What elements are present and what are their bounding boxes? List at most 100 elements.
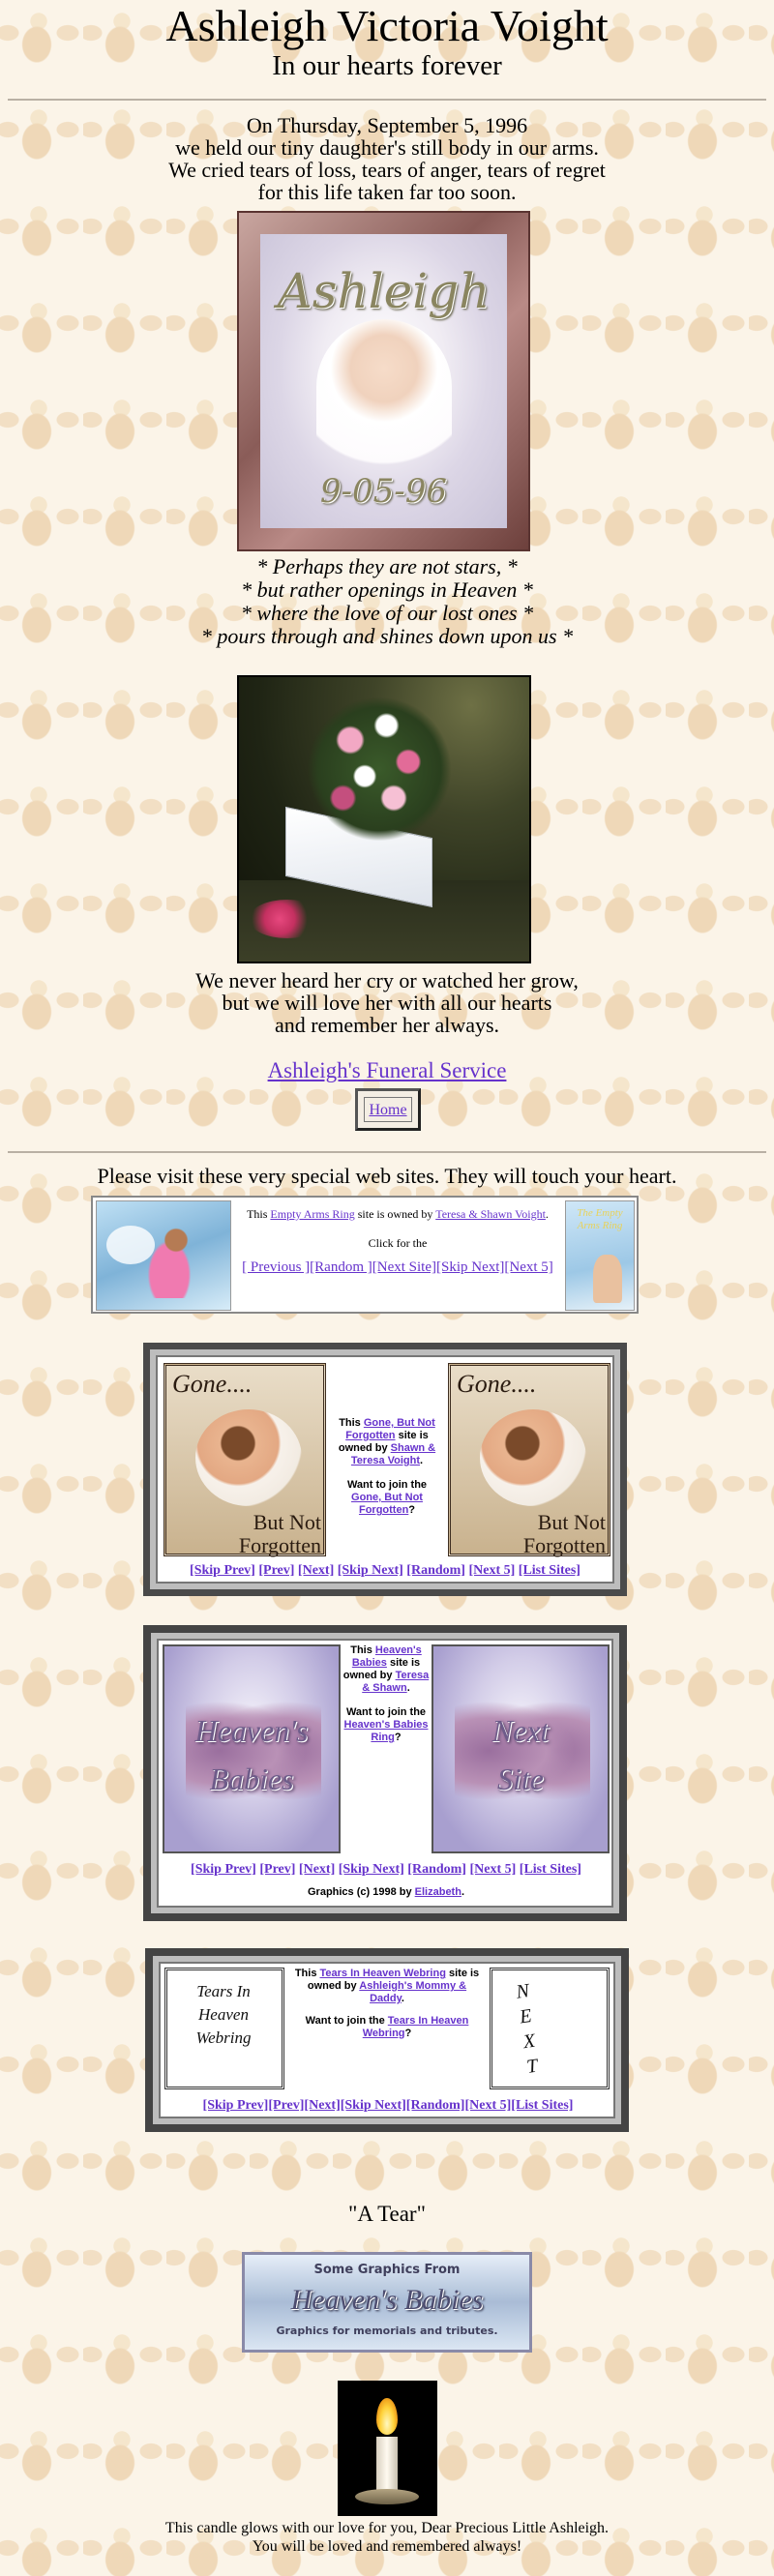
- nav-skip-next[interactable]: [Skip Next]: [341, 2098, 406, 2113]
- nav-skip-next[interactable]: [Skip Next]: [338, 1563, 403, 1578]
- nav-next[interactable]: [Next]: [299, 1862, 335, 1877]
- elizabeth-link[interactable]: Elizabeth: [415, 1886, 461, 1898]
- nav-list-sites[interactable]: [List Sites]: [511, 2098, 573, 2113]
- credit-text: Graphics (c) 1998 by: [307, 1886, 415, 1898]
- funeral-service-link[interactable]: Ashleigh's Funeral Service: [0, 1058, 774, 1083]
- heavens-babies-credit: Graphics (c) 1998 by Elizabeth.: [159, 1886, 613, 1899]
- ring-text: This: [294, 1968, 320, 1979]
- nav-skip-next[interactable]: [Skip Next]: [339, 1862, 404, 1877]
- nav-next-5[interactable]: [Next 5]: [504, 1259, 552, 1275]
- nav-next[interactable]: [Next]: [298, 1563, 334, 1578]
- page-title: Ashleigh Victoria Voight: [165, 1, 609, 50]
- tears-right-image[interactable]: N E X T: [490, 1968, 610, 2089]
- empty-arms-ring-table: This Empty Arms Ring site is owned by Te…: [91, 1196, 639, 1314]
- tears-left-image[interactable]: Tears In Heaven Webring: [164, 1968, 284, 2089]
- footer-line: This candle glows with our love for you,…: [164, 2520, 610, 2536]
- nav-next-5[interactable]: [Next 5]: [468, 1563, 515, 1578]
- sleeping-baby-figure: [480, 1409, 586, 1506]
- nav-skip-prev[interactable]: [Skip Prev]: [190, 1563, 255, 1578]
- ring-text: ?: [408, 1504, 416, 1516]
- ring-text: This: [339, 1417, 364, 1429]
- ring-text: Want to join the: [346, 1479, 428, 1491]
- tears-ring-link[interactable]: Tears In Heaven Webring: [320, 1968, 446, 1979]
- gone-right-top-text: Gone....: [457, 1370, 537, 1398]
- heavens-babies-right-image[interactable]: Next Site: [432, 1644, 610, 1853]
- tear-title: "A Tear": [348, 2202, 426, 2226]
- nav-random[interactable]: [Random]: [406, 2098, 465, 2113]
- footer-text: This candle glows with our love for you,…: [0, 2519, 774, 2556]
- baby-figure: [316, 319, 452, 484]
- gone-join: Want to join the Gone, But Not Forgotten…: [332, 1479, 442, 1517]
- gone-left-top-text: Gone....: [172, 1370, 253, 1398]
- gone-ring-frame: Gone.... But Not Forgotten This Gone, Bu…: [143, 1343, 627, 1596]
- empty-arms-info: This Empty Arms Ring site is owned by Te…: [234, 1207, 561, 1276]
- portrait-name: Ashleigh: [277, 263, 491, 319]
- empty-arms-nav: [ Previous ][Random ][Next Site][Skip Ne…: [234, 1258, 561, 1276]
- gone-right-image[interactable]: Gone.... But Not Forgotten: [448, 1363, 610, 1557]
- gone-nav: [Skip Prev] [Prev] [Next] [Skip Next] [R…: [158, 1562, 612, 1580]
- gone-ownership: This Gone, But Not Forgotten site is own…: [332, 1417, 442, 1467]
- heavens-babies-info: This Heaven's Babies site is owned by Te…: [342, 1644, 430, 1744]
- nav-random[interactable]: [Random]: [406, 1563, 465, 1578]
- heavens-babies-ownership: This Heaven's Babies site is owned by Te…: [342, 1644, 430, 1695]
- praying-hands-figure: [593, 1255, 622, 1303]
- tears-ring-frame: Tears In Heaven Webring This Tears In He…: [145, 1948, 629, 2132]
- poem-line: * but rather openings in Heaven *: [241, 577, 533, 602]
- nav-list-sites[interactable]: [List Sites]: [520, 1862, 581, 1877]
- nav-skip-next[interactable]: [Skip Next]: [436, 1259, 504, 1275]
- nav-list-sites[interactable]: [List Sites]: [519, 1563, 580, 1578]
- heavens-babies-banner[interactable]: Some Graphics From Heaven's Babies Graph…: [242, 2252, 532, 2353]
- nav-previous[interactable]: [ Previous ]: [242, 1259, 310, 1275]
- tears-ownership: This Tears In Heaven Webring site is own…: [290, 1968, 484, 2005]
- empty-arms-click-text: Click for the: [368, 1236, 428, 1250]
- empty-arms-owner-link[interactable]: Teresa & Shawn Voight: [435, 1207, 546, 1221]
- nav-random[interactable]: [Random]: [407, 1862, 466, 1877]
- banner-line1: Some Graphics From: [313, 2263, 461, 2277]
- tears-info: This Tears In Heaven Webring site is own…: [290, 1968, 484, 2040]
- nav-prev[interactable]: [Prev]: [259, 1862, 295, 1877]
- tears-right-text: N E X T: [515, 1980, 540, 2078]
- ring-text: site is owned by: [354, 1207, 436, 1221]
- heavens-babies-nav: [Skip Prev] [Prev] [Next] [Skip Next] [R…: [159, 1861, 613, 1879]
- home-button[interactable]: Home: [364, 1097, 412, 1122]
- empty-arms-right-text: The Empty Arms Ring: [577, 1207, 623, 1231]
- gone-left-bottom-text: But Not Forgotten: [238, 1510, 321, 1557]
- heavens-babies-left-image[interactable]: Heaven's Babies: [163, 1644, 341, 1853]
- sleeping-baby-figure: [195, 1409, 302, 1506]
- nav-random[interactable]: [Random ]: [310, 1259, 372, 1275]
- gone-right-bottom-text: But Not Forgotten: [522, 1510, 606, 1557]
- poem-line: * where the love of our lost ones *: [240, 601, 534, 625]
- nav-next[interactable]: [Next]: [304, 2098, 340, 2113]
- poem-line: * Perhaps they are not stars, *: [256, 554, 518, 578]
- grave-photo: [237, 675, 531, 963]
- intro-line: for this life taken far too soon.: [257, 180, 517, 204]
- divider-top: [8, 99, 766, 101]
- portrait-image: Ashleigh 9-05-96: [260, 234, 507, 528]
- empty-arms-left-image[interactable]: [96, 1200, 231, 1311]
- candle-flame: [376, 2398, 398, 2435]
- nav-prev[interactable]: [Prev]: [268, 2098, 304, 2113]
- nav-next-5[interactable]: [Next 5]: [464, 2098, 511, 2113]
- ring-text: ?: [394, 1732, 402, 1743]
- nav-next-5[interactable]: [Next 5]: [469, 1862, 516, 1877]
- closing-line: We never heard her cry or watched her gr…: [195, 968, 579, 992]
- empty-arms-ownership: This Empty Arms Ring site is owned by Te…: [234, 1207, 561, 1222]
- intro-line: On Thursday, September 5, 1996: [246, 113, 528, 137]
- gone-left-image[interactable]: Gone.... But Not Forgotten: [164, 1363, 326, 1557]
- closing-line: and remember her always.: [274, 1013, 500, 1037]
- poem: * Perhaps they are not stars, * * but ra…: [0, 555, 774, 648]
- portrait-date: 9-05-96: [319, 472, 448, 511]
- nav-next-site[interactable]: [Next Site]: [372, 1259, 436, 1275]
- heavens-babies-join-link[interactable]: Heaven's Babies Ring: [344, 1719, 429, 1743]
- tears-owner-link[interactable]: Ashleigh's Mommy & Daddy: [359, 1980, 466, 2004]
- ring-text: This: [350, 1644, 375, 1656]
- gone-ring-inner: Gone.... But Not Forgotten This Gone, Bu…: [156, 1355, 614, 1584]
- portrait-frame: Ashleigh 9-05-96: [237, 211, 530, 551]
- ring-text: .: [420, 1455, 424, 1466]
- nav-skip-prev[interactable]: [Skip Prev]: [203, 2098, 269, 2113]
- banner-line2: Heaven's Babies: [290, 2284, 484, 2316]
- empty-arms-right-image[interactable]: The Empty Arms Ring: [565, 1200, 635, 1311]
- nav-skip-prev[interactable]: [Skip Prev]: [191, 1862, 256, 1877]
- empty-arms-ring-link[interactable]: Empty Arms Ring: [270, 1207, 354, 1221]
- nav-prev[interactable]: [Prev]: [258, 1563, 294, 1578]
